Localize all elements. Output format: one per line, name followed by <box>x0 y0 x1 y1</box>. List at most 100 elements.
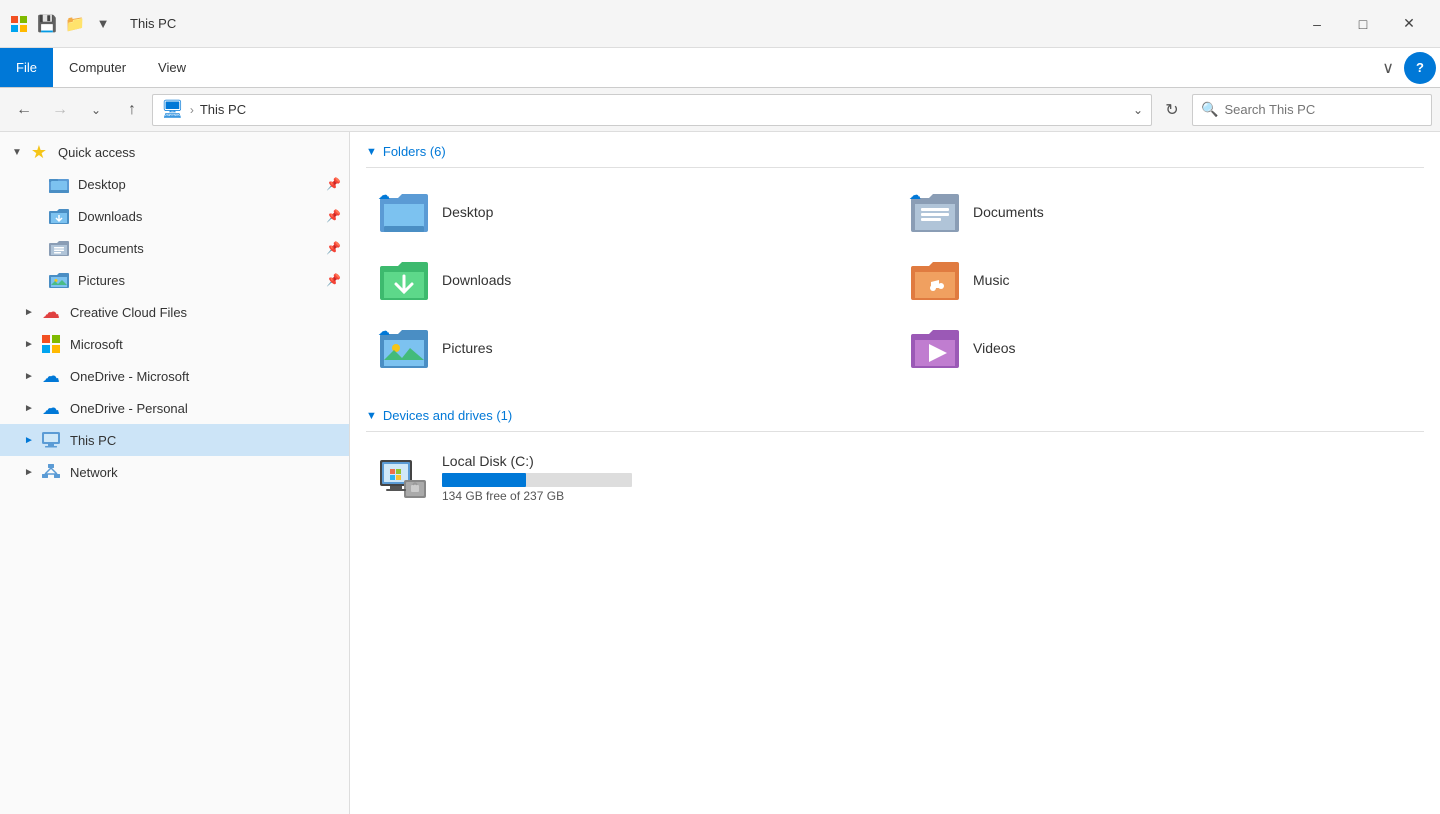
desktop-folder-name: Desktop <box>442 204 493 220</box>
sidebar-downloads-label: Downloads <box>78 209 322 224</box>
folder-icon[interactable]: 📁 <box>64 13 86 35</box>
onedrive-ms-expand-icon: ► <box>24 371 40 382</box>
sidebar-microsoft-label: Microsoft <box>70 337 341 352</box>
sidebar-item-downloads[interactable]: Downloads 📌 <box>0 200 349 232</box>
sidebar: ▼ ★ Quick access Desktop 📌 <box>0 132 350 814</box>
ribbon-collapse-icon[interactable]: ∨ <box>1372 58 1404 78</box>
drive-item-c[interactable]: Local Disk (C:) 134 GB free of 237 GB <box>366 444 1424 512</box>
tab-file[interactable]: File <box>0 48 53 87</box>
thispc-icon <box>40 429 62 451</box>
downloads-pin-icon: 📌 <box>326 209 341 223</box>
sidebar-item-pictures[interactable]: Pictures 📌 <box>0 264 349 296</box>
title-bar: 💾 📁 ▼ This PC – □ ✕ <box>0 0 1440 48</box>
search-icon: 🔍 <box>1201 101 1218 118</box>
address-path: This PC <box>200 102 1127 117</box>
tab-computer[interactable]: Computer <box>53 48 142 87</box>
sidebar-desktop-label: Desktop <box>78 177 322 192</box>
cc-icon: ☁ <box>40 301 62 323</box>
sidebar-item-onedrive-personal[interactable]: ► ☁ OneDrive - Personal <box>0 392 349 424</box>
folder-item-music[interactable]: Music <box>897 248 1424 312</box>
sidebar-item-microsoft[interactable]: ► Microsoft <box>0 328 349 360</box>
sidebar-item-thispc[interactable]: ► This PC <box>0 424 349 456</box>
sidebar-item-desktop[interactable]: Desktop 📌 <box>0 168 349 200</box>
ribbon: File Computer View ∨ ? <box>0 48 1440 88</box>
network-icon <box>40 461 62 483</box>
maximize-button[interactable]: □ <box>1340 8 1386 40</box>
quick-access-star-icon: ★ <box>28 141 50 163</box>
window-title: This PC <box>130 16 1286 31</box>
videos-folder-icon-wrap <box>909 324 961 372</box>
title-bar-icons: 💾 📁 ▼ <box>8 13 114 35</box>
recent-button[interactable]: ⌄ <box>80 94 112 126</box>
documents-cloud-badge: ☁ <box>909 188 921 202</box>
pictures-folder-icon <box>48 269 70 291</box>
address-dropdown-icon[interactable]: ⌄ <box>1133 103 1143 117</box>
search-input[interactable] <box>1224 102 1423 117</box>
drive-icon-wrap-c <box>378 452 430 504</box>
address-pc-icon: 🖥 <box>161 99 184 120</box>
cc-expand-icon: ► <box>24 307 40 318</box>
save-icon[interactable]: 💾 <box>36 13 58 35</box>
downloads-folder-icon-wrap <box>378 256 430 304</box>
devices-section-title: Devices and drives (1) <box>383 408 512 423</box>
devices-section-header[interactable]: ▼ Devices and drives (1) <box>366 396 1424 432</box>
microsoft-expand-icon: ► <box>24 339 40 350</box>
help-button[interactable]: ? <box>1404 52 1436 84</box>
sidebar-item-documents[interactable]: Documents 📌 <box>0 232 349 264</box>
folder-item-desktop[interactable]: ☁ Desktop <box>366 180 893 244</box>
minimize-button[interactable]: – <box>1294 8 1340 40</box>
videos-folder-name: Videos <box>973 340 1016 356</box>
drive-name-c: Local Disk (C:) <box>442 453 1412 469</box>
sidebar-documents-label: Documents <box>78 241 322 256</box>
back-button[interactable]: ← <box>8 94 40 126</box>
ribbon-right: ∨ ? <box>1372 52 1440 84</box>
content-area: ▼ Folders (6) ☁ Desktop ☁ <box>350 132 1440 814</box>
search-box[interactable]: 🔍 <box>1192 94 1432 126</box>
drive-bar-bg-c <box>442 473 632 487</box>
drive-space-c: 134 GB free of 237 GB <box>442 489 1412 503</box>
app-icon[interactable] <box>8 13 30 35</box>
drive-bar-fill-c <box>442 473 526 487</box>
downloads-folder-name: Downloads <box>442 272 511 288</box>
folder-item-documents[interactable]: ☁ Documents <box>897 180 1424 244</box>
pictures-folder-icon-wrap: ☁ <box>378 324 430 372</box>
devices-collapse-icon: ▼ <box>366 410 377 422</box>
customize-icon[interactable]: ▼ <box>92 13 114 35</box>
sidebar-item-creative-cloud[interactable]: ► ☁ Creative Cloud Files <box>0 296 349 328</box>
drive-info-c: Local Disk (C:) 134 GB free of 237 GB <box>442 453 1412 503</box>
sidebar-item-onedrive-ms[interactable]: ► ☁ OneDrive - Microsoft <box>0 360 349 392</box>
documents-pin-icon: 📌 <box>326 241 341 255</box>
downloads-folder-icon <box>48 205 70 227</box>
pictures-folder-name: Pictures <box>442 340 493 356</box>
sidebar-network-label: Network <box>70 465 341 480</box>
folders-section-title: Folders (6) <box>383 144 446 159</box>
folder-item-downloads[interactable]: Downloads <box>366 248 893 312</box>
sidebar-item-quick-access[interactable]: ▼ ★ Quick access <box>0 136 349 168</box>
tab-view[interactable]: View <box>142 48 202 87</box>
quick-access-expand-icon: ▼ <box>12 147 28 158</box>
up-button[interactable]: ↑ <box>116 94 148 126</box>
window-controls: – □ ✕ <box>1294 8 1432 40</box>
onedrive-ms-icon: ☁ <box>40 365 62 387</box>
pictures-cloud-badge: ☁ <box>378 324 390 338</box>
pictures-pin-icon: 📌 <box>326 273 341 287</box>
folders-section-header[interactable]: ▼ Folders (6) <box>366 132 1424 168</box>
address-separator: › <box>190 103 194 117</box>
sidebar-onedrive-ms-label: OneDrive - Microsoft <box>70 369 341 384</box>
sidebar-thispc-label: This PC <box>70 433 341 448</box>
refresh-button[interactable]: ↻ <box>1156 94 1188 126</box>
sidebar-item-network[interactable]: ► Network <box>0 456 349 488</box>
onedrive-personal-expand-icon: ► <box>24 403 40 414</box>
close-button[interactable]: ✕ <box>1386 8 1432 40</box>
documents-folder-icon <box>48 237 70 259</box>
folder-item-pictures[interactable]: ☁ Pictures <box>366 316 893 380</box>
folder-grid: ☁ Desktop ☁ <box>366 180 1424 380</box>
folders-collapse-icon: ▼ <box>366 146 377 158</box>
sidebar-pictures-label: Pictures <box>78 273 322 288</box>
forward-button[interactable]: → <box>44 94 76 126</box>
desktop-cloud-badge: ☁ <box>378 188 390 202</box>
desktop-folder-icon <box>48 173 70 195</box>
folder-item-videos[interactable]: Videos <box>897 316 1424 380</box>
microsoft-icon <box>40 333 62 355</box>
address-box[interactable]: 🖥 › This PC ⌄ <box>152 94 1152 126</box>
